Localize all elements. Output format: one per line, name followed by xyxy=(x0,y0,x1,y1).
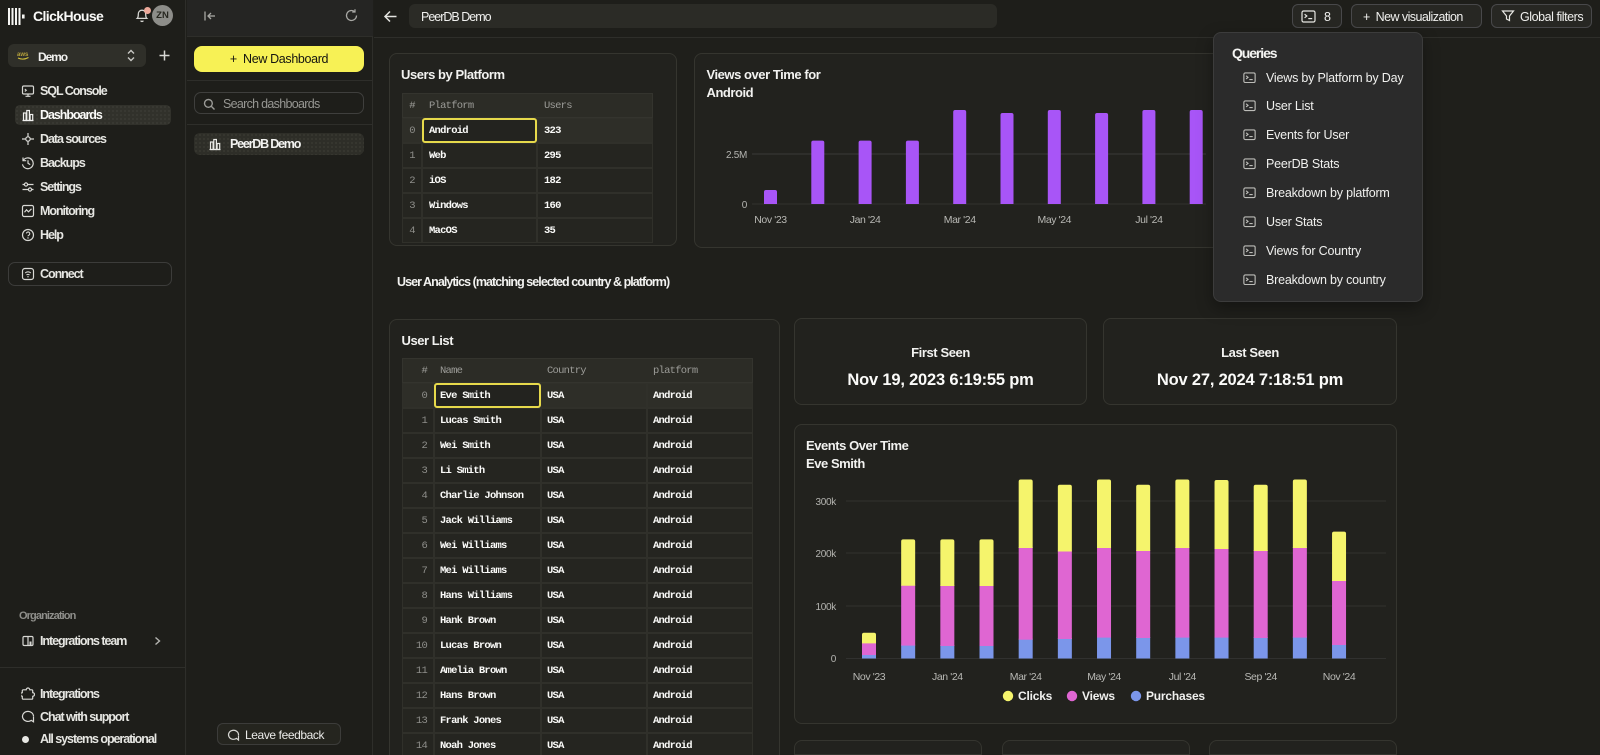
svg-text:Purchases: Purchases xyxy=(1146,689,1205,703)
svg-text:Sep '24: Sep '24 xyxy=(1244,671,1277,683)
svg-text:100k: 100k xyxy=(816,602,838,613)
svg-text:300k: 300k xyxy=(816,497,838,508)
svg-text:0: 0 xyxy=(742,200,748,211)
svg-text:Nov '23: Nov '23 xyxy=(754,214,787,226)
svg-text:Views: Views xyxy=(1082,689,1115,703)
svg-text:Clicks: Clicks xyxy=(1018,689,1053,703)
svg-text:Mar '24: Mar '24 xyxy=(944,214,976,226)
svg-text:Nov '24: Nov '24 xyxy=(1323,671,1356,683)
svg-text:Jul '24: Jul '24 xyxy=(1135,214,1163,226)
svg-text:Jan '24: Jan '24 xyxy=(932,671,963,683)
svg-text:2.5M: 2.5M xyxy=(726,150,747,161)
svg-text:Nov '23: Nov '23 xyxy=(853,671,886,683)
svg-text:May '24: May '24 xyxy=(1087,671,1121,683)
svg-text:May '24: May '24 xyxy=(1037,214,1071,226)
svg-text:Jul '24: Jul '24 xyxy=(1169,671,1197,683)
svg-text:Mar '24: Mar '24 xyxy=(1010,671,1042,683)
svg-text:0: 0 xyxy=(831,654,837,665)
svg-text:Jan '24: Jan '24 xyxy=(850,214,881,226)
svg-text:200k: 200k xyxy=(816,549,838,560)
